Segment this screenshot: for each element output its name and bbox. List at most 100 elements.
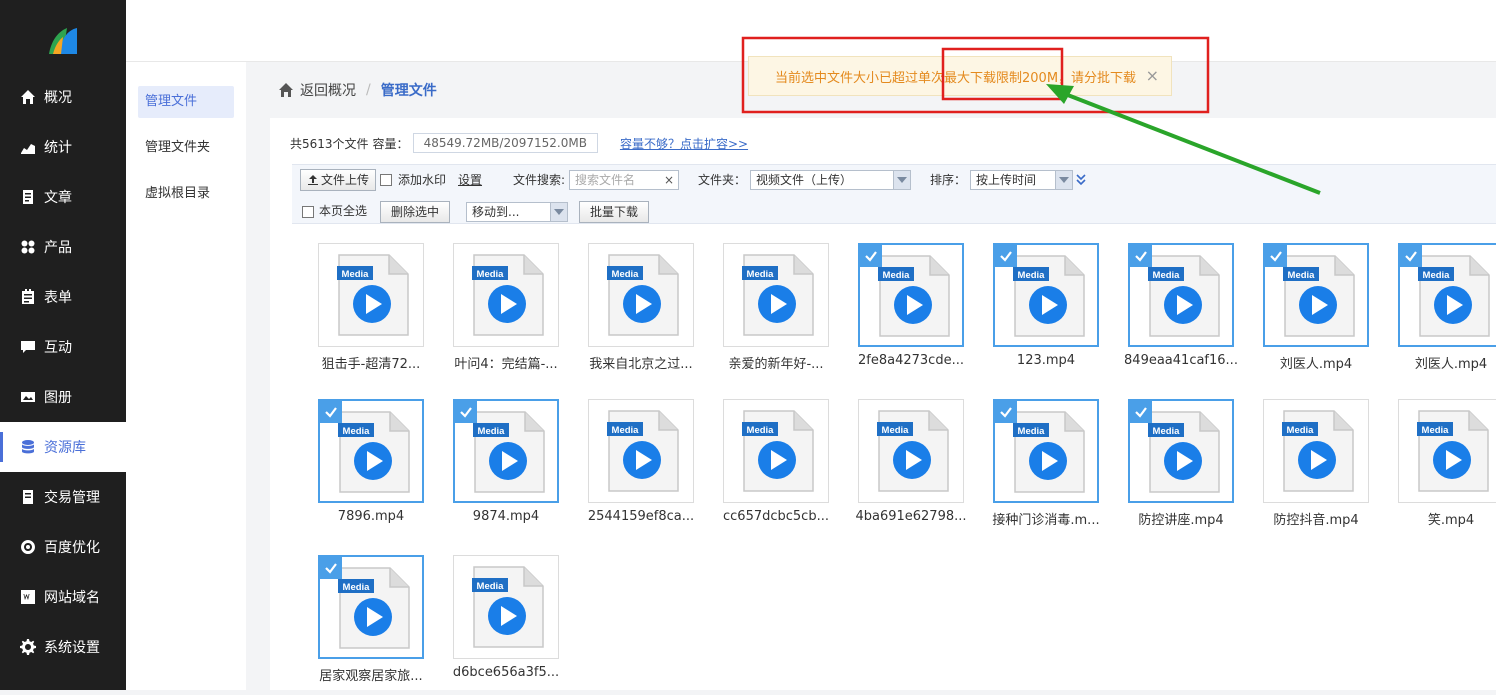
file-item[interactable]: Media 笑.mp4 — [1398, 399, 1496, 539]
sidebar-item-10[interactable]: 网站域名 — [0, 572, 126, 622]
file-thumbnail[interactable]: Media — [858, 399, 964, 503]
file-thumbnail[interactable]: Media — [723, 243, 829, 347]
close-icon[interactable]: × — [1146, 67, 1159, 85]
file-thumbnail[interactable]: Media — [993, 399, 1099, 503]
file-item[interactable]: Media 亲爱的新年好-... — [723, 243, 829, 383]
file-thumbnail[interactable]: Media — [1398, 243, 1496, 347]
file-thumbnail[interactable]: Media — [588, 399, 694, 503]
sort-label: 排序： — [930, 173, 967, 187]
file-thumbnail[interactable]: Media — [453, 399, 559, 503]
file-name: 接种门诊消毒.m... — [992, 513, 1100, 528]
media-badge: Media — [478, 426, 506, 437]
breadcrumb: 返回概况 / 管理文件 — [278, 80, 437, 100]
file-name: 7896.mp4 — [337, 509, 405, 524]
file-item[interactable]: Media 我来自北京之过... — [588, 243, 694, 383]
file-name: 849eaa41caf16... — [1124, 353, 1238, 368]
file-item[interactable]: Media 849eaa41caf16... — [1124, 243, 1238, 383]
delete-selected-button[interactable]: 删除选中 — [380, 201, 451, 223]
subnav-manage-folders[interactable]: 管理文件夹 — [138, 132, 234, 164]
file-name: 2544159ef8ca... — [587, 509, 695, 524]
sidebar-item-7[interactable]: 资源库 — [0, 422, 126, 472]
file-thumbnail[interactable]: Media — [453, 555, 559, 659]
search-clear-icon[interactable]: × — [664, 171, 674, 189]
file-item[interactable]: Media 刘医人.mp4 — [1263, 243, 1369, 383]
file-thumbnail[interactable]: Media — [993, 243, 1099, 347]
breadcrumb-back-link[interactable]: 返回概况 — [300, 80, 356, 100]
move-to-select[interactable]: 移动到... — [466, 202, 568, 222]
checkmark-icon — [860, 245, 882, 267]
file-item[interactable]: Media 2fe8a4273cde... — [858, 243, 964, 383]
watermark-settings-link[interactable]: 设置 — [458, 169, 482, 191]
file-thumbnail[interactable]: Media — [723, 399, 829, 503]
subnav-virtual-root[interactable]: 虚拟根目录 — [138, 178, 234, 210]
file-item[interactable]: Media 4ba691e62798... — [855, 399, 967, 539]
sort-select[interactable]: 按上传时间 — [970, 170, 1073, 190]
file-name: 防控讲座.mp4 — [1138, 513, 1224, 528]
alert-message: 当前选中文件大小已超过单次最大下载限制200M，请分批下载 — [775, 70, 1137, 86]
file-item[interactable]: Media 刘医人.mp4 — [1398, 243, 1496, 383]
sidebar-item-label: 图册 — [44, 390, 72, 406]
file-item[interactable]: Media 叶问4：完结篇-... — [453, 243, 559, 383]
file-item[interactable]: Media 7896.mp4 — [318, 399, 424, 539]
media-badge: Media — [343, 426, 371, 437]
media-file-icon: Media — [1148, 411, 1220, 493]
file-thumbnail[interactable]: Media — [858, 243, 964, 347]
watermark-checkbox[interactable] — [380, 174, 392, 186]
file-item[interactable]: Media d6bce656a3f5... — [453, 555, 559, 695]
media-badge: Media — [1153, 270, 1181, 281]
media-file-icon: Media — [337, 254, 409, 336]
file-thumbnail[interactable]: Media — [1263, 399, 1369, 503]
media-badge: Media — [1287, 425, 1315, 436]
sort-direction-icon[interactable] — [1076, 174, 1086, 186]
subnav-manage-files[interactable]: 管理文件 — [138, 86, 234, 118]
search-input[interactable]: 搜索文件名 × — [569, 170, 679, 190]
file-name: 123.mp4 — [1016, 353, 1076, 368]
file-item[interactable]: Media 狙击手-超清72... — [318, 243, 424, 383]
file-thumbnail[interactable]: Media — [1128, 399, 1234, 503]
file-item[interactable]: Media 防控抖音.mp4 — [1263, 399, 1369, 539]
upload-button[interactable]: 文件上传 — [300, 169, 377, 191]
file-thumbnail[interactable]: Media — [318, 243, 424, 347]
file-thumbnail[interactable]: Media — [318, 555, 424, 659]
sidebar-item-8[interactable]: 交易管理 — [0, 472, 126, 522]
file-item[interactable]: Media 防控讲座.mp4 — [1128, 399, 1234, 539]
file-item[interactable]: Media 2544159ef8ca... — [588, 399, 694, 539]
media-badge: Media — [747, 269, 775, 280]
sidebar-item-11[interactable]: 系统设置 — [0, 622, 126, 672]
file-thumbnail[interactable]: Media — [588, 243, 694, 347]
file-name: 刘医人.mp4 — [1414, 357, 1488, 372]
sidebar-item-0[interactable]: 概况 — [0, 72, 126, 122]
batch-download-button[interactable]: 批量下载 — [579, 201, 650, 223]
media-file-icon: Media — [338, 411, 410, 493]
file-thumbnail[interactable]: Media — [453, 243, 559, 347]
sidebar-item-2[interactable]: 文章 — [0, 172, 126, 222]
sidebar-item-6[interactable]: 图册 — [0, 372, 126, 422]
media-badge: Media — [477, 269, 505, 280]
sidebar-item-5[interactable]: 互动 — [0, 322, 126, 372]
file-name: 9874.mp4 — [472, 509, 540, 524]
expand-capacity-link[interactable]: 容量不够？点击扩容>> — [620, 135, 748, 152]
file-thumbnail[interactable]: Media — [1128, 243, 1234, 347]
file-thumbnail[interactable]: Media — [1263, 243, 1369, 347]
media-badge: Media — [1288, 270, 1316, 281]
sidebar-item-label: 互动 — [44, 340, 72, 356]
folder-select[interactable]: 视频文件（上传） — [750, 170, 911, 190]
checkmark-icon — [1130, 245, 1152, 267]
file-item[interactable]: Media 居家观察居家旅... — [318, 555, 424, 695]
sidebar-item-9[interactable]: 百度优化 — [0, 522, 126, 572]
app-logo[interactable] — [0, 0, 126, 80]
file-item[interactable]: Media 123.mp4 — [993, 243, 1099, 383]
file-thumbnail[interactable]: Media — [1398, 399, 1496, 503]
checkmark-icon — [1400, 245, 1422, 267]
sidebar-item-4[interactable]: 表单 — [0, 272, 126, 322]
file-item[interactable]: Media 接种门诊消毒.m... — [992, 399, 1100, 539]
file-item[interactable]: Media cc657dcbc5cb... — [723, 399, 829, 539]
logo-icon — [49, 28, 77, 54]
sidebar-item-1[interactable]: 统计 — [0, 122, 126, 172]
sidebar-item-3[interactable]: 产品 — [0, 222, 126, 272]
select-all-checkbox[interactable] — [302, 206, 314, 218]
media-badge: Media — [1423, 270, 1451, 281]
database-icon — [20, 439, 36, 455]
file-item[interactable]: Media 9874.mp4 — [453, 399, 559, 539]
file-thumbnail[interactable]: Media — [318, 399, 424, 503]
